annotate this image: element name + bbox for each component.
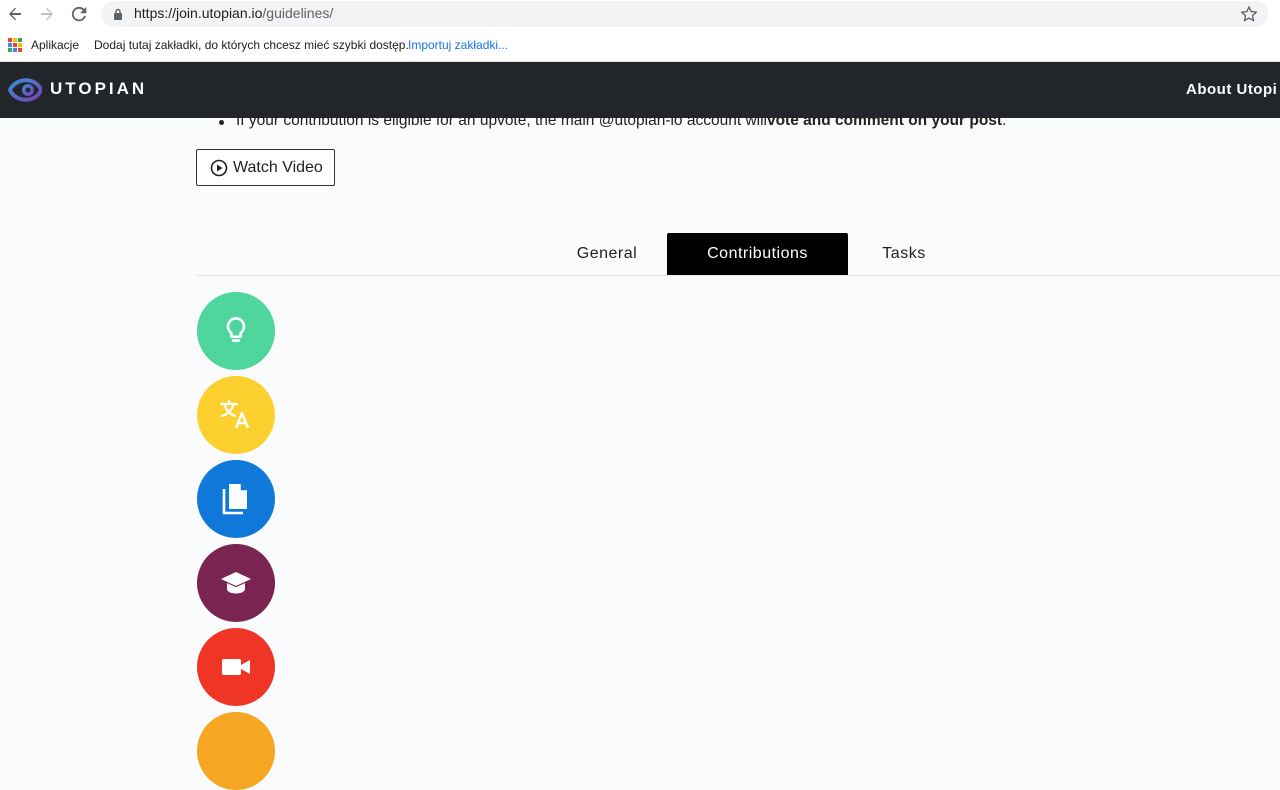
bullet-end: . <box>1002 112 1007 129</box>
translate-icon <box>219 399 250 429</box>
bookmark-star-icon[interactable] <box>1240 5 1258 23</box>
back-arrow-icon <box>9 7 21 21</box>
eligibility-bullet: If your contribution is eligible for an … <box>219 112 1006 130</box>
forward-button[interactable] <box>36 4 58 24</box>
forward-arrow-icon <box>41 7 53 21</box>
reload-button[interactable] <box>68 4 90 24</box>
category-next-button[interactable] <box>197 712 275 790</box>
logo-text[interactable]: UTOPIAN <box>50 79 147 99</box>
category-translations-button[interactable] <box>197 376 275 454</box>
lightbulb-icon <box>226 317 246 342</box>
category-ideas-button[interactable] <box>197 292 275 370</box>
lock-icon <box>114 8 122 20</box>
watch-video-button[interactable]: Watch Video <box>196 149 335 186</box>
tab-tasks[interactable]: Tasks <box>848 233 960 275</box>
tab-contributions[interactable]: Contributions <box>667 233 848 275</box>
url-text[interactable]: https://join.utopian.io/guidelines/ <box>134 5 333 21</box>
category-tutorials-button[interactable] <box>197 544 275 622</box>
bookmark-apps[interactable]: Aplikacje <box>31 38 79 52</box>
bookmarks-hint: Dodaj tutaj zakładki, do których chcesz … <box>94 38 409 52</box>
play-circle-icon <box>210 159 228 177</box>
tab-general[interactable]: General <box>547 233 667 275</box>
documents-icon <box>222 484 247 515</box>
browser-toolbar: https://join.utopian.io/guidelines/ <box>0 0 1280 28</box>
tab-contributions-label: Contributions <box>707 245 808 262</box>
utopian-logo-icon[interactable] <box>8 75 42 105</box>
tab-general-label: General <box>576 245 638 262</box>
apps-grid-icon[interactable] <box>8 38 22 52</box>
reload-icon <box>71 6 87 22</box>
address-bar[interactable]: https://join.utopian.io/guidelines/ <box>101 1 1268 27</box>
graduation-cap-icon <box>221 572 251 594</box>
tab-tasks-label: Tasks <box>882 245 926 262</box>
category-documentation-button[interactable] <box>197 460 275 538</box>
url-host: https://join.utopian.io <box>134 5 263 21</box>
back-button[interactable] <box>4 4 26 24</box>
bullet-bold-text: vote and comment on your post <box>766 112 1003 129</box>
url-path: /guidelines/ <box>262 5 334 21</box>
category-video-tutorials-button[interactable] <box>197 628 275 706</box>
nav-about-link[interactable]: About Utopi <box>1186 81 1277 98</box>
bookmarks-bar: Aplikacje Dodaj tutaj zakładki, do który… <box>0 28 1280 62</box>
watch-video-label: Watch Video <box>233 158 323 176</box>
site-header: UTOPIAN About Utopi <box>0 62 1280 118</box>
bullet-text: If your contribution is eligible for an … <box>236 112 767 129</box>
video-camera-icon <box>222 659 250 675</box>
guidelines-tabs: General Contributions Tasks <box>196 233 1280 276</box>
import-bookmarks-link[interactable]: Importuj zakładki... <box>408 38 508 52</box>
